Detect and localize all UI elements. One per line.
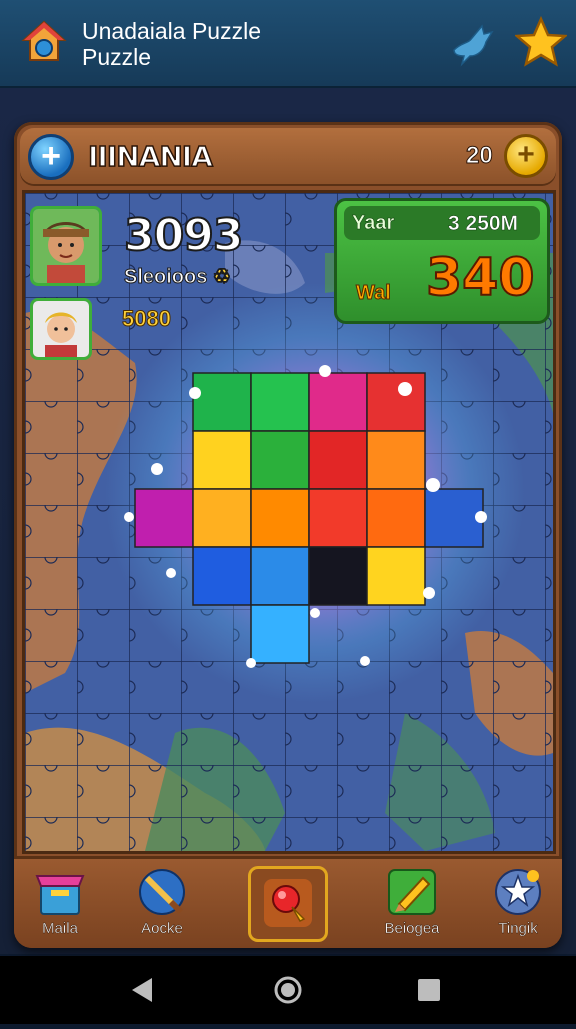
score-value: 3093 [123,209,244,262]
add-coins-button[interactable]: + [504,134,548,178]
home-icon[interactable] [20,18,68,66]
brush-icon [139,869,185,915]
goal-bottom-value: 340 [425,247,536,309]
score-label: Sleoioos ♻ [123,266,231,289]
add-button[interactable]: + [28,134,74,180]
player-avatar[interactable] [30,206,102,286]
tool-pencil-button[interactable]: Beiogea [364,862,460,944]
recents-icon[interactable] [418,979,440,1001]
star-icon[interactable] [515,16,567,68]
level-title: IIINANIA [87,139,213,174]
tool-label: Tingik [498,920,538,937]
recycle-icon: ♻ [212,266,231,289]
system-nav-bar [0,956,576,1024]
gear-star-icon [495,869,541,915]
tool-label: Beiogea [384,920,440,937]
box-icon [35,875,85,915]
goal-top-label: Yaar [352,212,395,235]
app-title: Unadaiala Puzzle Puzzle [82,18,262,70]
tool-hint-button[interactable] [248,866,328,942]
tool-label: Aocke [141,920,183,937]
goal-bottom-label: Wal [356,282,392,305]
back-icon[interactable] [132,978,152,1002]
pencil-icon [388,869,436,915]
coin-count: 20 [466,142,494,170]
bird-icon[interactable] [448,20,496,68]
goal-top-value: 3 250M [448,212,519,236]
tool-brush-button[interactable]: Aocke [114,862,210,944]
hint-bulb-icon [264,879,312,927]
secondary-score: 5080 [122,306,172,332]
tool-settings-button[interactable]: Tingik [470,862,566,944]
opponent-avatar[interactable] [30,298,92,360]
tool-label: Maila [42,920,78,937]
tool-box-button[interactable]: Maila [12,862,108,944]
